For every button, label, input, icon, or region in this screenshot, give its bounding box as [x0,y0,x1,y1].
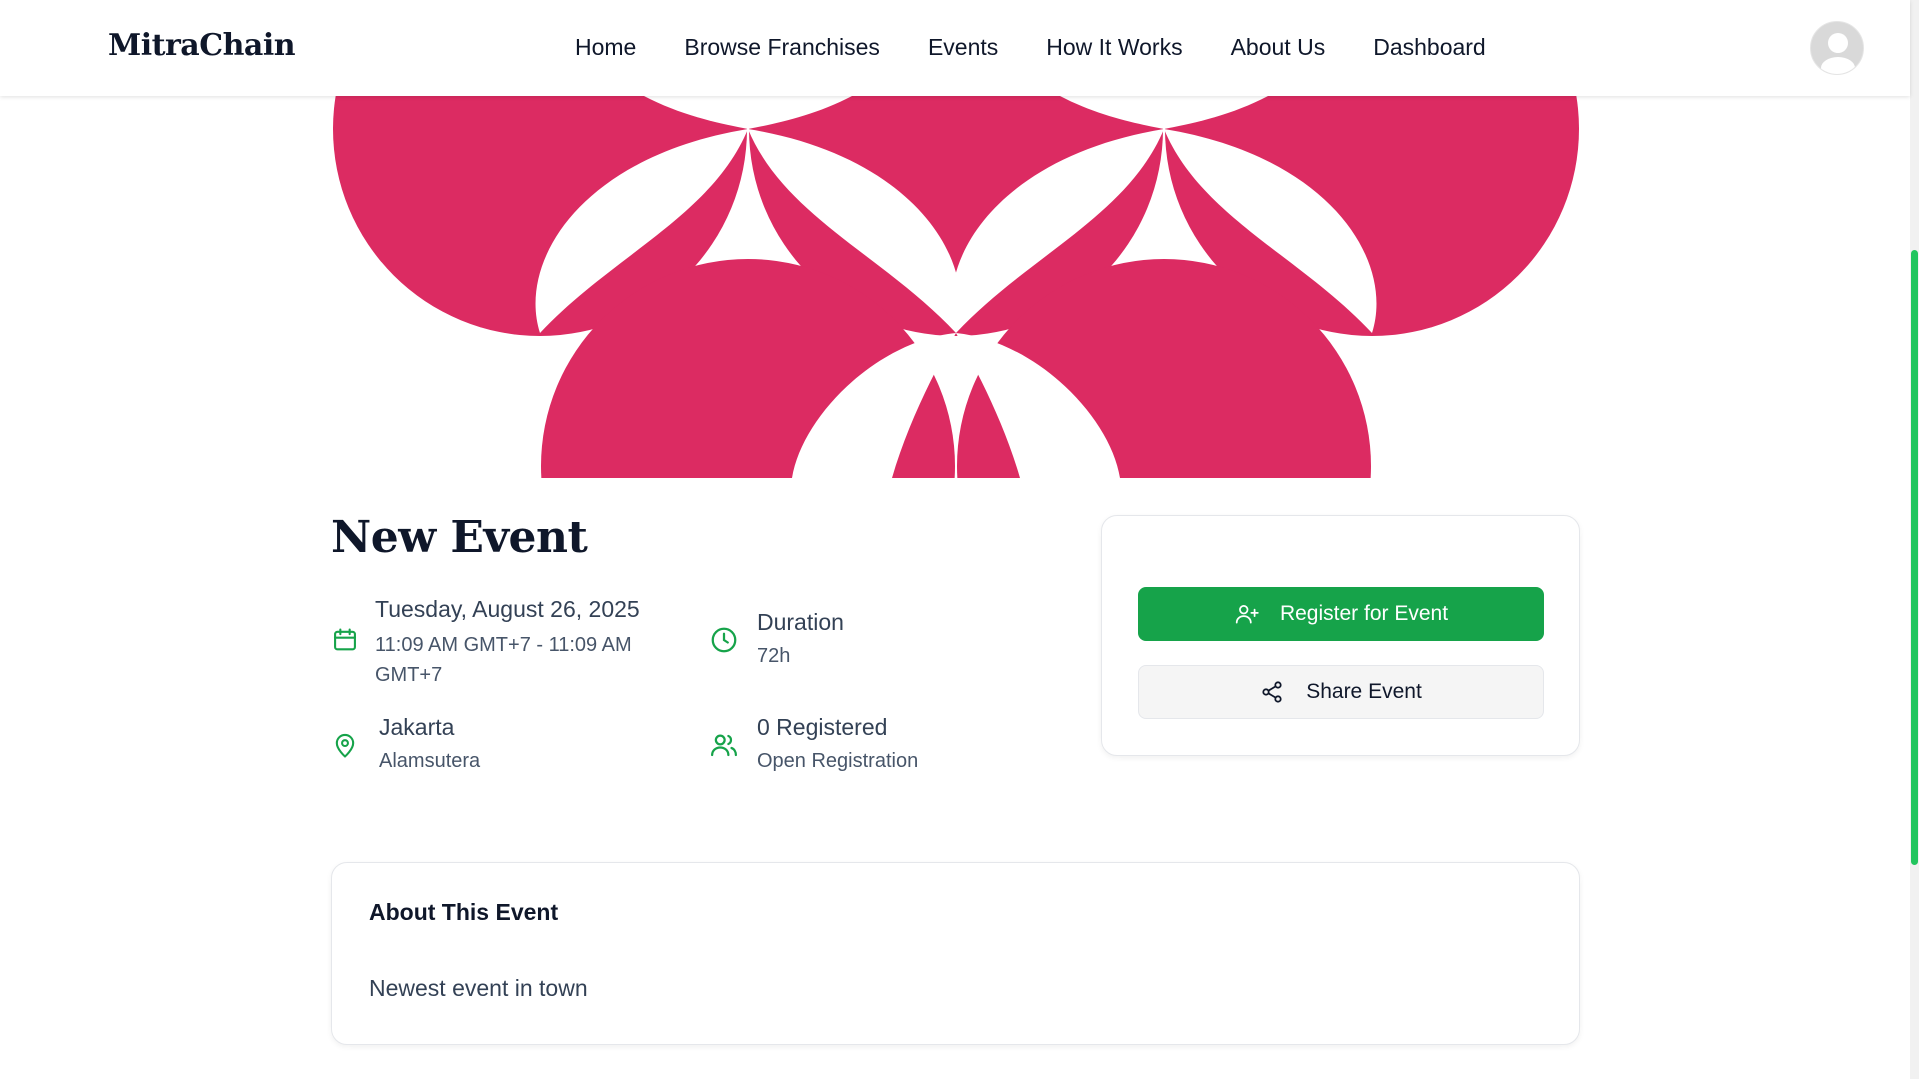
nav-link-how-it-works[interactable]: How It Works [1046,34,1182,61]
nav-link-dashboard[interactable]: Dashboard [1373,34,1486,61]
share-event-button[interactable]: Share Event [1138,665,1544,719]
nav-link-events[interactable]: Events [928,34,998,61]
event-date-block: Tuesday, August 26, 2025 11:09 AM GMT+7 … [331,592,691,692]
event-registrations-block: 0 Registered Open Registration [709,710,1009,780]
event-duration-block: Duration 72h [709,605,959,675]
nav-link-browse-franchises[interactable]: Browse Franchises [684,34,880,61]
nav-links: Home Browse Franchises Events How It Wor… [575,34,1486,61]
about-event-card: About This Event Newest event in town [331,862,1580,1045]
about-event-heading: About This Event [369,899,559,925]
register-event-label: Register for Event [1279,602,1449,625]
nav-link-home[interactable]: Home [575,34,636,61]
about-event-description: Newest event in town [369,975,588,1001]
brand-logo[interactable]: MitraChain [108,28,296,63]
user-avatar[interactable] [1810,21,1864,75]
clock-icon [711,627,737,653]
event-banner [332,96,1580,478]
event-title: New Event [331,512,588,563]
duration-value: 72h [757,645,791,667]
scrollbar-thumb[interactable] [1911,250,1918,865]
share-event-label: Share Event [1306,680,1422,703]
registration-status: Open Registration [757,750,919,772]
users-icon [711,734,737,757]
duration-label: Duration [757,609,844,635]
calendar-icon [334,628,356,651]
location-venue: Alamsutera [379,750,481,772]
banner-pattern [332,96,1580,478]
nav-link-about-us[interactable]: About Us [1231,34,1326,61]
share-icon [1262,681,1282,703]
map-pin-icon [335,733,355,758]
user-avatar-icon [1821,33,1855,74]
registered-count: 0 Registered [757,714,888,740]
location-city: Jakarta [379,714,455,740]
event-action-card: Register for Event Share Event [1101,515,1580,756]
event-time-range: 11:09 AM GMT+7 - 11:09 AM GMT+7 [375,634,632,686]
register-event-button[interactable]: Register for Event [1138,587,1544,641]
user-plus-icon [1235,605,1259,624]
navbar: MitraChain Home Browse Franchises Events… [0,0,1910,96]
event-date: Tuesday, August 26, 2025 [375,596,640,622]
event-location-block: Jakarta Alamsutera [331,710,631,780]
